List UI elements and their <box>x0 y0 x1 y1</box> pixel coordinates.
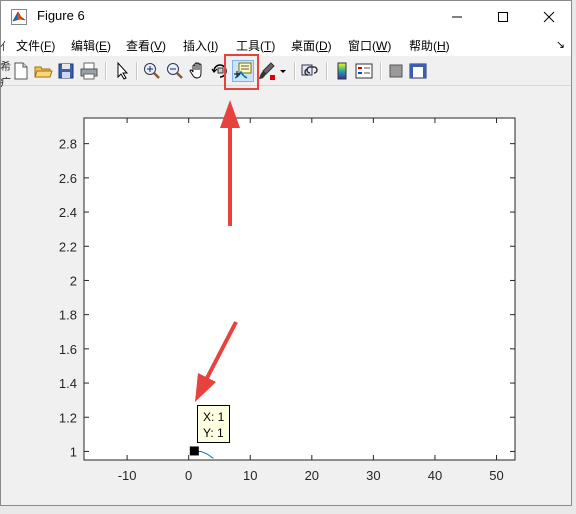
close-icon <box>543 11 555 23</box>
y-tick-label: 2.4 <box>59 205 77 220</box>
menu-file[interactable]: 文件(F) <box>16 37 55 54</box>
y-tick-label: 1 <box>70 444 77 459</box>
y-tick-label: 2.8 <box>59 137 77 152</box>
hide-plot-tools-icon[interactable] <box>386 61 406 81</box>
brush-dropdown-icon[interactable] <box>278 61 288 81</box>
menu-window[interactable]: 窗口(W) <box>348 37 391 54</box>
y-tick-label: 1.8 <box>59 308 77 323</box>
toolbar-separator <box>136 62 138 80</box>
y-tick-label: 2.6 <box>59 171 77 186</box>
matlab-icon <box>11 9 27 25</box>
menu-view[interactable]: 查看(V) <box>126 37 166 54</box>
print-icon[interactable] <box>79 61 99 81</box>
datatip-x-text: X: 1 <box>203 410 225 424</box>
toolbar-separator <box>380 62 382 80</box>
figure-canvas[interactable]: -10 0 10 20 30 40 50 1 1.2 1.4 1.6 1.8 2 2.2 2.4 2.6 2.8 <box>1 86 573 511</box>
title-bar[interactable]: Figure 6 <box>1 1 571 32</box>
x-tick-label: 50 <box>489 468 503 483</box>
x-tick-label: 20 <box>305 468 319 483</box>
zoom-in-icon[interactable] <box>142 61 162 81</box>
datatip-marker <box>189 446 199 456</box>
data-tip[interactable]: X: 1 Y: 1 <box>197 405 230 443</box>
menu-help[interactable]: 帮助(H) <box>409 37 450 54</box>
show-plot-tools-icon[interactable] <box>408 61 428 81</box>
y-tick-label: 2.2 <box>59 239 77 254</box>
x-tick-label: 0 <box>185 468 192 483</box>
pan-icon[interactable] <box>188 61 208 81</box>
x-tick-label: 10 <box>243 468 257 483</box>
maximize-icon <box>498 12 508 22</box>
y-tick-label: 1.4 <box>59 376 77 391</box>
close-button[interactable] <box>525 1 571 32</box>
new-figure-icon[interactable] <box>11 61 31 81</box>
x-tick-label: 40 <box>428 468 442 483</box>
toolbar-highlight-box <box>224 54 259 90</box>
x-tick-label: -10 <box>118 468 137 483</box>
maximize-button[interactable] <box>479 1 525 32</box>
minimize-icon <box>452 16 462 18</box>
link-plot-icon[interactable] <box>300 61 320 81</box>
legend-icon[interactable] <box>354 61 374 81</box>
brush-icon[interactable] <box>257 61 277 81</box>
y-tick-label: 2 <box>70 273 77 288</box>
toolbar-separator <box>326 62 328 80</box>
window-title: Figure 6 <box>37 8 85 23</box>
menu-overflow-arrow-icon[interactable]: ↘ <box>556 38 565 51</box>
y-tick-label: 1.6 <box>59 342 77 357</box>
clipped-background-text: 希 <box>0 61 11 73</box>
clipped-background-text: 亻 <box>0 41 11 53</box>
colorbar-icon[interactable] <box>332 61 352 81</box>
axes-background <box>84 118 515 460</box>
menu-bar: 文件(F) 编辑(E) 查看(V) 插入(I) 工具(T) 桌面(D) 窗口(W… <box>1 32 571 56</box>
menu-edit[interactable]: 编辑(E) <box>71 37 111 54</box>
y-tick-label: 1.2 <box>59 410 77 425</box>
minimize-button[interactable] <box>433 1 479 32</box>
x-tick-label: 30 <box>366 468 380 483</box>
menu-tools[interactable]: 工具(T) <box>236 37 275 54</box>
zoom-out-icon[interactable] <box>165 61 185 81</box>
menu-desktop[interactable]: 桌面(D) <box>291 37 332 54</box>
toolbar-separator <box>294 62 296 80</box>
save-icon[interactable] <box>56 61 76 81</box>
edit-plot-icon[interactable] <box>112 61 132 81</box>
datatip-y-text: Y: 1 <box>203 426 224 440</box>
figure-toolbar <box>1 57 571 86</box>
clipped-background-text: 疒 <box>0 77 11 89</box>
axes-plot[interactable]: -10 0 10 20 30 40 50 1 1.2 1.4 1.6 1.8 2 2.2 2.4 2.6 2.8 <box>1 86 573 506</box>
toolbar-separator <box>105 62 107 80</box>
open-file-icon[interactable] <box>33 61 53 81</box>
menu-insert[interactable]: 插入(I) <box>183 37 218 54</box>
figure-window: Figure 6 文件(F) 编辑(E) 查看(V) 插入(I) 工具(T) 桌… <box>0 0 572 506</box>
